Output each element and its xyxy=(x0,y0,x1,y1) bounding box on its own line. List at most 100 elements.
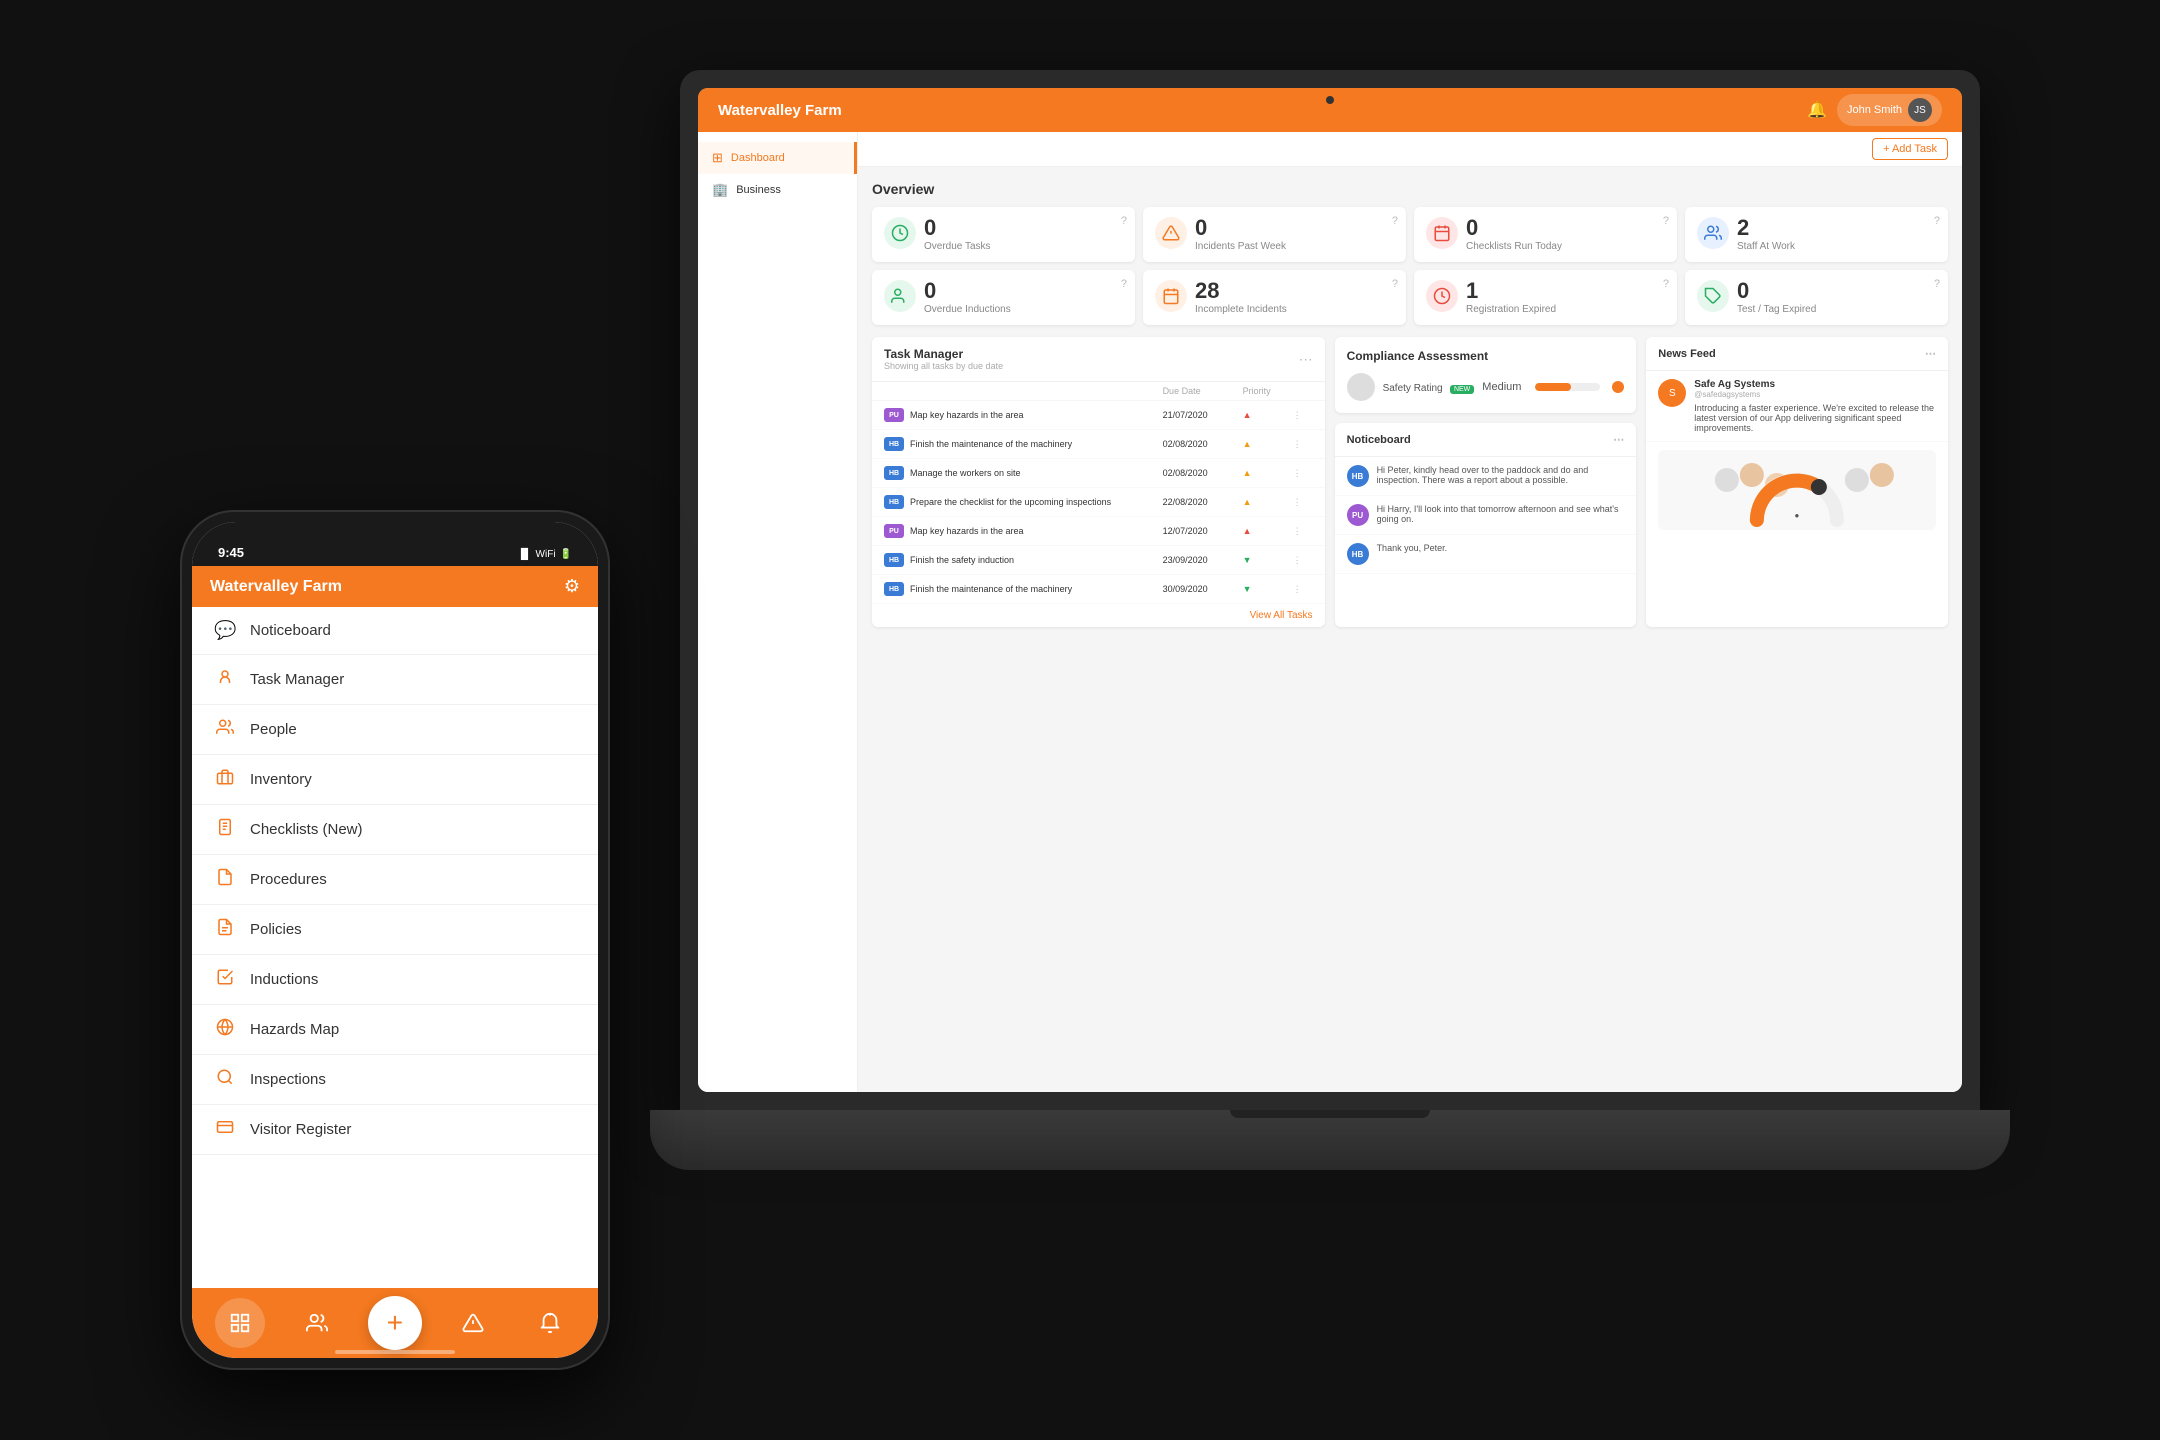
info-icon: ? xyxy=(1121,215,1127,227)
stat-card-inductions[interactable]: 0 Overdue Inductions ? xyxy=(872,270,1135,325)
stat-card-overdue-tasks[interactable]: 0 Overdue Tasks ? xyxy=(872,207,1135,262)
msg-text: Thank you, Peter. xyxy=(1377,543,1448,565)
incomplete-num: 28 xyxy=(1195,280,1287,302)
newsfeed-title: News Feed xyxy=(1658,348,1715,360)
nav-item-hazards[interactable]: Hazards Map xyxy=(192,1005,598,1055)
news-handle: @safedagsystems xyxy=(1694,390,1936,399)
task-more-icon[interactable]: ⋮ xyxy=(1293,497,1313,508)
priority-icon: ▼ xyxy=(1243,555,1293,565)
staff-icon xyxy=(1697,217,1729,249)
task-more-icon[interactable]: ⋮ xyxy=(1293,555,1313,566)
dashboard-icon: ⊞ xyxy=(712,150,723,166)
nav-item-visitor[interactable]: Visitor Register xyxy=(192,1105,598,1155)
nav-item-inductions[interactable]: Inductions xyxy=(192,955,598,1005)
tab-add[interactable]: + xyxy=(368,1296,422,1350)
tab-hazard[interactable] xyxy=(448,1298,498,1348)
task-name: Finish the safety induction xyxy=(910,555,1014,565)
compliance-card: Compliance Assessment Safety Rating NEW xyxy=(1335,337,1637,413)
task-due: 02/08/2020 xyxy=(1163,439,1243,449)
task-more-icon[interactable]: ⋮ xyxy=(1293,439,1313,450)
task-name: Map key hazards in the area xyxy=(910,410,1024,420)
task-menu-icon[interactable]: ⋯ xyxy=(1299,351,1313,368)
rating-value: Medium xyxy=(1482,381,1521,393)
newsfeed-menu-icon[interactable]: ⋯ xyxy=(1925,347,1936,360)
task-more-icon[interactable]: ⋮ xyxy=(1293,410,1313,421)
table-row[interactable]: HB Finish the safety induction 23/09/202… xyxy=(872,546,1325,575)
tab-home[interactable] xyxy=(215,1298,265,1348)
nav-label-checklists: Checklists (New) xyxy=(250,821,363,838)
table-row[interactable]: HB Manage the workers on site 02/08/2020… xyxy=(872,459,1325,488)
status-icons: ▐▌ WiFi 🔋 xyxy=(517,549,572,560)
stat-card-registration[interactable]: 1 Registration Expired ? xyxy=(1414,270,1677,325)
view-all-link[interactable]: View All Tasks xyxy=(872,604,1325,627)
table-row[interactable]: HB Finish the maintenance of the machine… xyxy=(872,430,1325,459)
nav-item-policies[interactable]: Policies xyxy=(192,905,598,955)
sidebar-item-dashboard[interactable]: ⊞ Dashboard xyxy=(698,142,857,174)
add-task-button[interactable]: + Add Task xyxy=(1872,138,1948,160)
laptop-app: Watervalley Farm 🔔 John Smith JS xyxy=(698,88,1962,1092)
msg-avatar: PU xyxy=(1347,504,1369,526)
home-indicator xyxy=(335,1350,455,1354)
inventory-icon xyxy=(214,768,236,791)
nav-item-people[interactable]: People xyxy=(192,705,598,755)
policies-icon xyxy=(214,918,236,941)
stat-card-checklists[interactable]: 0 Checklists Run Today ? xyxy=(1414,207,1677,262)
nav-item-inspections[interactable]: Inspections xyxy=(192,1055,598,1105)
phone-nav: 💬 Noticeboard Task Manager People xyxy=(192,607,598,1288)
status-time: 9:45 xyxy=(218,545,244,560)
progress-bar xyxy=(1535,383,1600,391)
badge-pu: PU xyxy=(884,524,904,538)
nav-label-visitor: Visitor Register xyxy=(250,1121,351,1138)
laptop-app-title: Watervalley Farm xyxy=(718,102,842,119)
message-item: PU Hi Harry, I'll look into that tomorro… xyxy=(1335,496,1637,535)
tab-people[interactable] xyxy=(292,1298,342,1348)
bell-icon[interactable]: 🔔 xyxy=(1807,100,1827,120)
nav-item-procedures[interactable]: Procedures xyxy=(192,855,598,905)
inductions-label: Overdue Inductions xyxy=(924,304,1011,315)
inductions-nav-icon xyxy=(214,968,236,991)
noticeboard-title: Noticeboard xyxy=(1347,434,1411,446)
msg-avatar: HB xyxy=(1347,543,1369,565)
stat-card-testtag[interactable]: 0 Test / Tag Expired ? xyxy=(1685,270,1948,325)
stat-card-incomplete[interactable]: 28 Incomplete Incidents ? xyxy=(1143,270,1406,325)
table-row[interactable]: HB Prepare the checklist for the upcomin… xyxy=(872,488,1325,517)
business-icon: 🏢 xyxy=(712,182,728,198)
nav-item-inventory[interactable]: Inventory xyxy=(192,755,598,805)
noticeboard-card: Noticeboard ⋯ HB Hi Peter, kindly head o… xyxy=(1335,423,1637,627)
checklists-nav-icon xyxy=(214,818,236,841)
wifi-icon: WiFi xyxy=(536,549,556,560)
task-manager-subtitle: Showing all tasks by due date xyxy=(884,361,1003,371)
svg-text:●: ● xyxy=(1795,511,1800,520)
incomplete-icon xyxy=(1155,280,1187,312)
staff-num: 2 xyxy=(1737,217,1795,239)
nav-item-taskmanager[interactable]: Task Manager xyxy=(192,655,598,705)
table-row[interactable]: PU Map key hazards in the area 12/07/202… xyxy=(872,517,1325,546)
table-row[interactable]: HB Finish the maintenance of the machine… xyxy=(872,575,1325,604)
noticeboard-menu-icon[interactable]: ⋯ xyxy=(1613,433,1624,446)
badge-pu: PU xyxy=(884,408,904,422)
badge-hb: HB xyxy=(884,437,904,451)
sidebar-item-business[interactable]: 🏢 Business xyxy=(698,174,857,206)
gear-icon[interactable]: ⚙ xyxy=(564,576,580,597)
priority-icon: ▲ xyxy=(1243,410,1293,420)
testtag-icon xyxy=(1697,280,1729,312)
tab-alert[interactable] xyxy=(525,1298,575,1348)
nav-label-inductions: Inductions xyxy=(250,971,318,988)
task-more-icon[interactable]: ⋮ xyxy=(1293,584,1313,595)
stat-card-incidents[interactable]: 0 Incidents Past Week ? xyxy=(1143,207,1406,262)
msg-text: Hi Harry, I'll look into that tomorrow a… xyxy=(1377,504,1625,526)
stat-card-staff[interactable]: 2 Staff At Work ? xyxy=(1685,207,1948,262)
nav-label-noticeboard: Noticeboard xyxy=(250,622,331,639)
task-more-icon[interactable]: ⋮ xyxy=(1293,526,1313,537)
nav-item-noticeboard[interactable]: 💬 Noticeboard xyxy=(192,607,598,655)
battery-icon: 🔋 xyxy=(560,549,572,560)
priority-icon: ▲ xyxy=(1243,468,1293,478)
hazards-icon xyxy=(214,1018,236,1041)
info-icon-8: ? xyxy=(1934,278,1940,290)
table-row[interactable]: PU Map key hazards in the area 21/07/202… xyxy=(872,401,1325,430)
task-more-icon[interactable]: ⋮ xyxy=(1293,468,1313,479)
user-chip[interactable]: John Smith JS xyxy=(1837,94,1942,126)
testtag-label: Test / Tag Expired xyxy=(1737,304,1816,315)
nav-item-checklists[interactable]: Checklists (New) xyxy=(192,805,598,855)
message-item: HB Hi Peter, kindly head over to the pad… xyxy=(1335,457,1637,496)
